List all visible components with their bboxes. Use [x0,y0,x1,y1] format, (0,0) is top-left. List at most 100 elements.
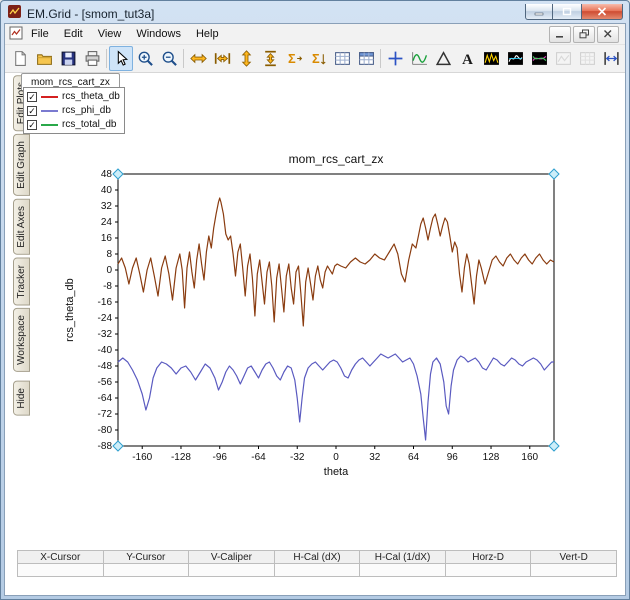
delta-marker-button[interactable] [431,46,455,71]
data-table-button[interactable] [354,46,378,71]
close-icon [597,7,607,16]
cursor-value-cell [360,564,446,577]
pointer-select-button[interactable] [109,46,133,71]
legend-checkbox[interactable]: ✓ [27,92,37,102]
svg-text:-88: -88 [98,441,113,452]
legend-label: rcs_total_db [62,119,116,130]
text-label-button[interactable]: A [455,46,479,71]
legend-label: rcs_phi_db [62,105,111,116]
child-minimize-icon [555,29,565,39]
cursor-value-cell [18,564,104,577]
svg-text:16: 16 [101,233,113,244]
grid-icon [334,50,351,67]
app-window: EM.Grid - [smom_tut3a] File Edit View Wi… [0,0,630,600]
child-close-button[interactable] [597,26,619,43]
cursor-value-cell [445,564,531,577]
legend-color-swatch [41,110,58,112]
svg-text:-16: -16 [98,297,113,308]
sidebar-tab-edit-graph[interactable]: Edit Graph [13,134,30,196]
spectrum-plot-button[interactable] [503,46,527,71]
axis-fit-x-button[interactable] [210,46,234,71]
svg-text:48: 48 [101,169,113,180]
child-minimize-button[interactable] [549,26,571,43]
chart-canvas[interactable]: mom_rcs_cart_zx-160-128-96-64-3203264961… [38,148,598,498]
axis-expand-x-button[interactable] [186,46,210,71]
delta-icon [435,50,452,67]
zoom-out-button[interactable] [157,46,181,71]
cursor-table-value-row [18,564,617,577]
zoom-in-icon [137,50,154,67]
window-title: EM.Grid - [smom_tut3a] [27,7,154,21]
print-icon [84,50,101,67]
axis-fit-y-icon [262,50,279,67]
svg-text:-160: -160 [132,452,152,463]
svg-text:-24: -24 [98,313,113,324]
svg-text:40: 40 [101,185,113,196]
menu-edit[interactable]: Edit [57,26,90,42]
svg-text:Σ: Σ [312,51,320,66]
sidebar-tab-hide[interactable]: Hide [13,381,30,416]
legend-checkbox[interactable]: ✓ [27,106,37,116]
axis-fit-y-button[interactable] [258,46,282,71]
legend-color-swatch [41,96,58,98]
legend-item: ✓ rcs_theta_db [27,90,121,103]
pointer-icon [113,50,130,67]
new-file-button[interactable] [8,46,32,71]
menu-file[interactable]: File [24,26,56,42]
svg-text:8: 8 [106,249,112,260]
caliper-icon [603,50,620,67]
maximize-button[interactable] [553,4,581,20]
workspace: mom_rcs_cart_zx Edit Plots Edit Graph Ed… [5,73,625,595]
open-folder-icon [36,50,53,67]
svg-text:32: 32 [101,201,113,212]
fft-plot-button[interactable] [479,46,503,71]
svg-text:24: 24 [101,217,113,228]
child-close-icon [603,29,613,39]
svg-text:-32: -32 [98,329,113,340]
save-icon [60,50,77,67]
close-button[interactable] [581,4,623,20]
spectrum-plot-icon [507,50,524,67]
sidebar-tab-tracker[interactable]: Tracker [13,258,30,306]
waveform-tracker-button[interactable] [407,46,431,71]
child-restore-button[interactable] [573,26,595,43]
app-icon[interactable] [7,4,22,24]
window-controls [525,4,623,20]
minimize-button[interactable] [525,4,553,20]
caliper-button[interactable] [599,46,623,71]
plot-disabled-2-button[interactable] [575,46,599,71]
cursor-value-cell [531,564,617,577]
cursor-readout-table: X-Cursor Y-Cursor V-Caliper H-Cal (dX) H… [17,550,617,577]
new-file-icon [12,50,29,67]
multi-plot-button[interactable] [527,46,551,71]
print-button[interactable] [80,46,104,71]
axis-expand-y-button[interactable] [234,46,258,71]
svg-text:-64: -64 [98,393,113,404]
cursor-col-header: V-Caliper [189,551,275,564]
axis-sum-y-button[interactable]: Σ [306,46,330,71]
zoom-in-button[interactable] [133,46,157,71]
menu-windows[interactable]: Windows [129,26,188,42]
open-folder-button[interactable] [32,46,56,71]
grid-button[interactable] [330,46,354,71]
data-table-icon [358,50,375,67]
svg-text:-96: -96 [213,452,228,463]
document-icon[interactable] [9,26,23,43]
sidebar-tab-workspace[interactable]: Workspace [13,308,30,372]
legend-checkbox[interactable]: ✓ [27,120,37,130]
client-area: File Edit View Windows Help [4,23,626,596]
svg-text:32: 32 [369,452,381,463]
svg-text:0: 0 [106,265,112,276]
plot-disabled-1-button[interactable] [551,46,575,71]
text-label-icon: A [459,50,476,67]
cursor-value-cell [274,564,360,577]
crosshair-button[interactable] [383,46,407,71]
axis-sum-x-button[interactable]: Σ [282,46,306,71]
save-button[interactable] [56,46,80,71]
svg-text:-72: -72 [98,409,113,420]
svg-text:-64: -64 [251,452,266,463]
menu-view[interactable]: View [91,26,129,42]
sidebar-tab-edit-axes[interactable]: Edit Axes [13,199,30,255]
svg-text:-48: -48 [98,361,113,372]
menu-help[interactable]: Help [189,26,226,42]
